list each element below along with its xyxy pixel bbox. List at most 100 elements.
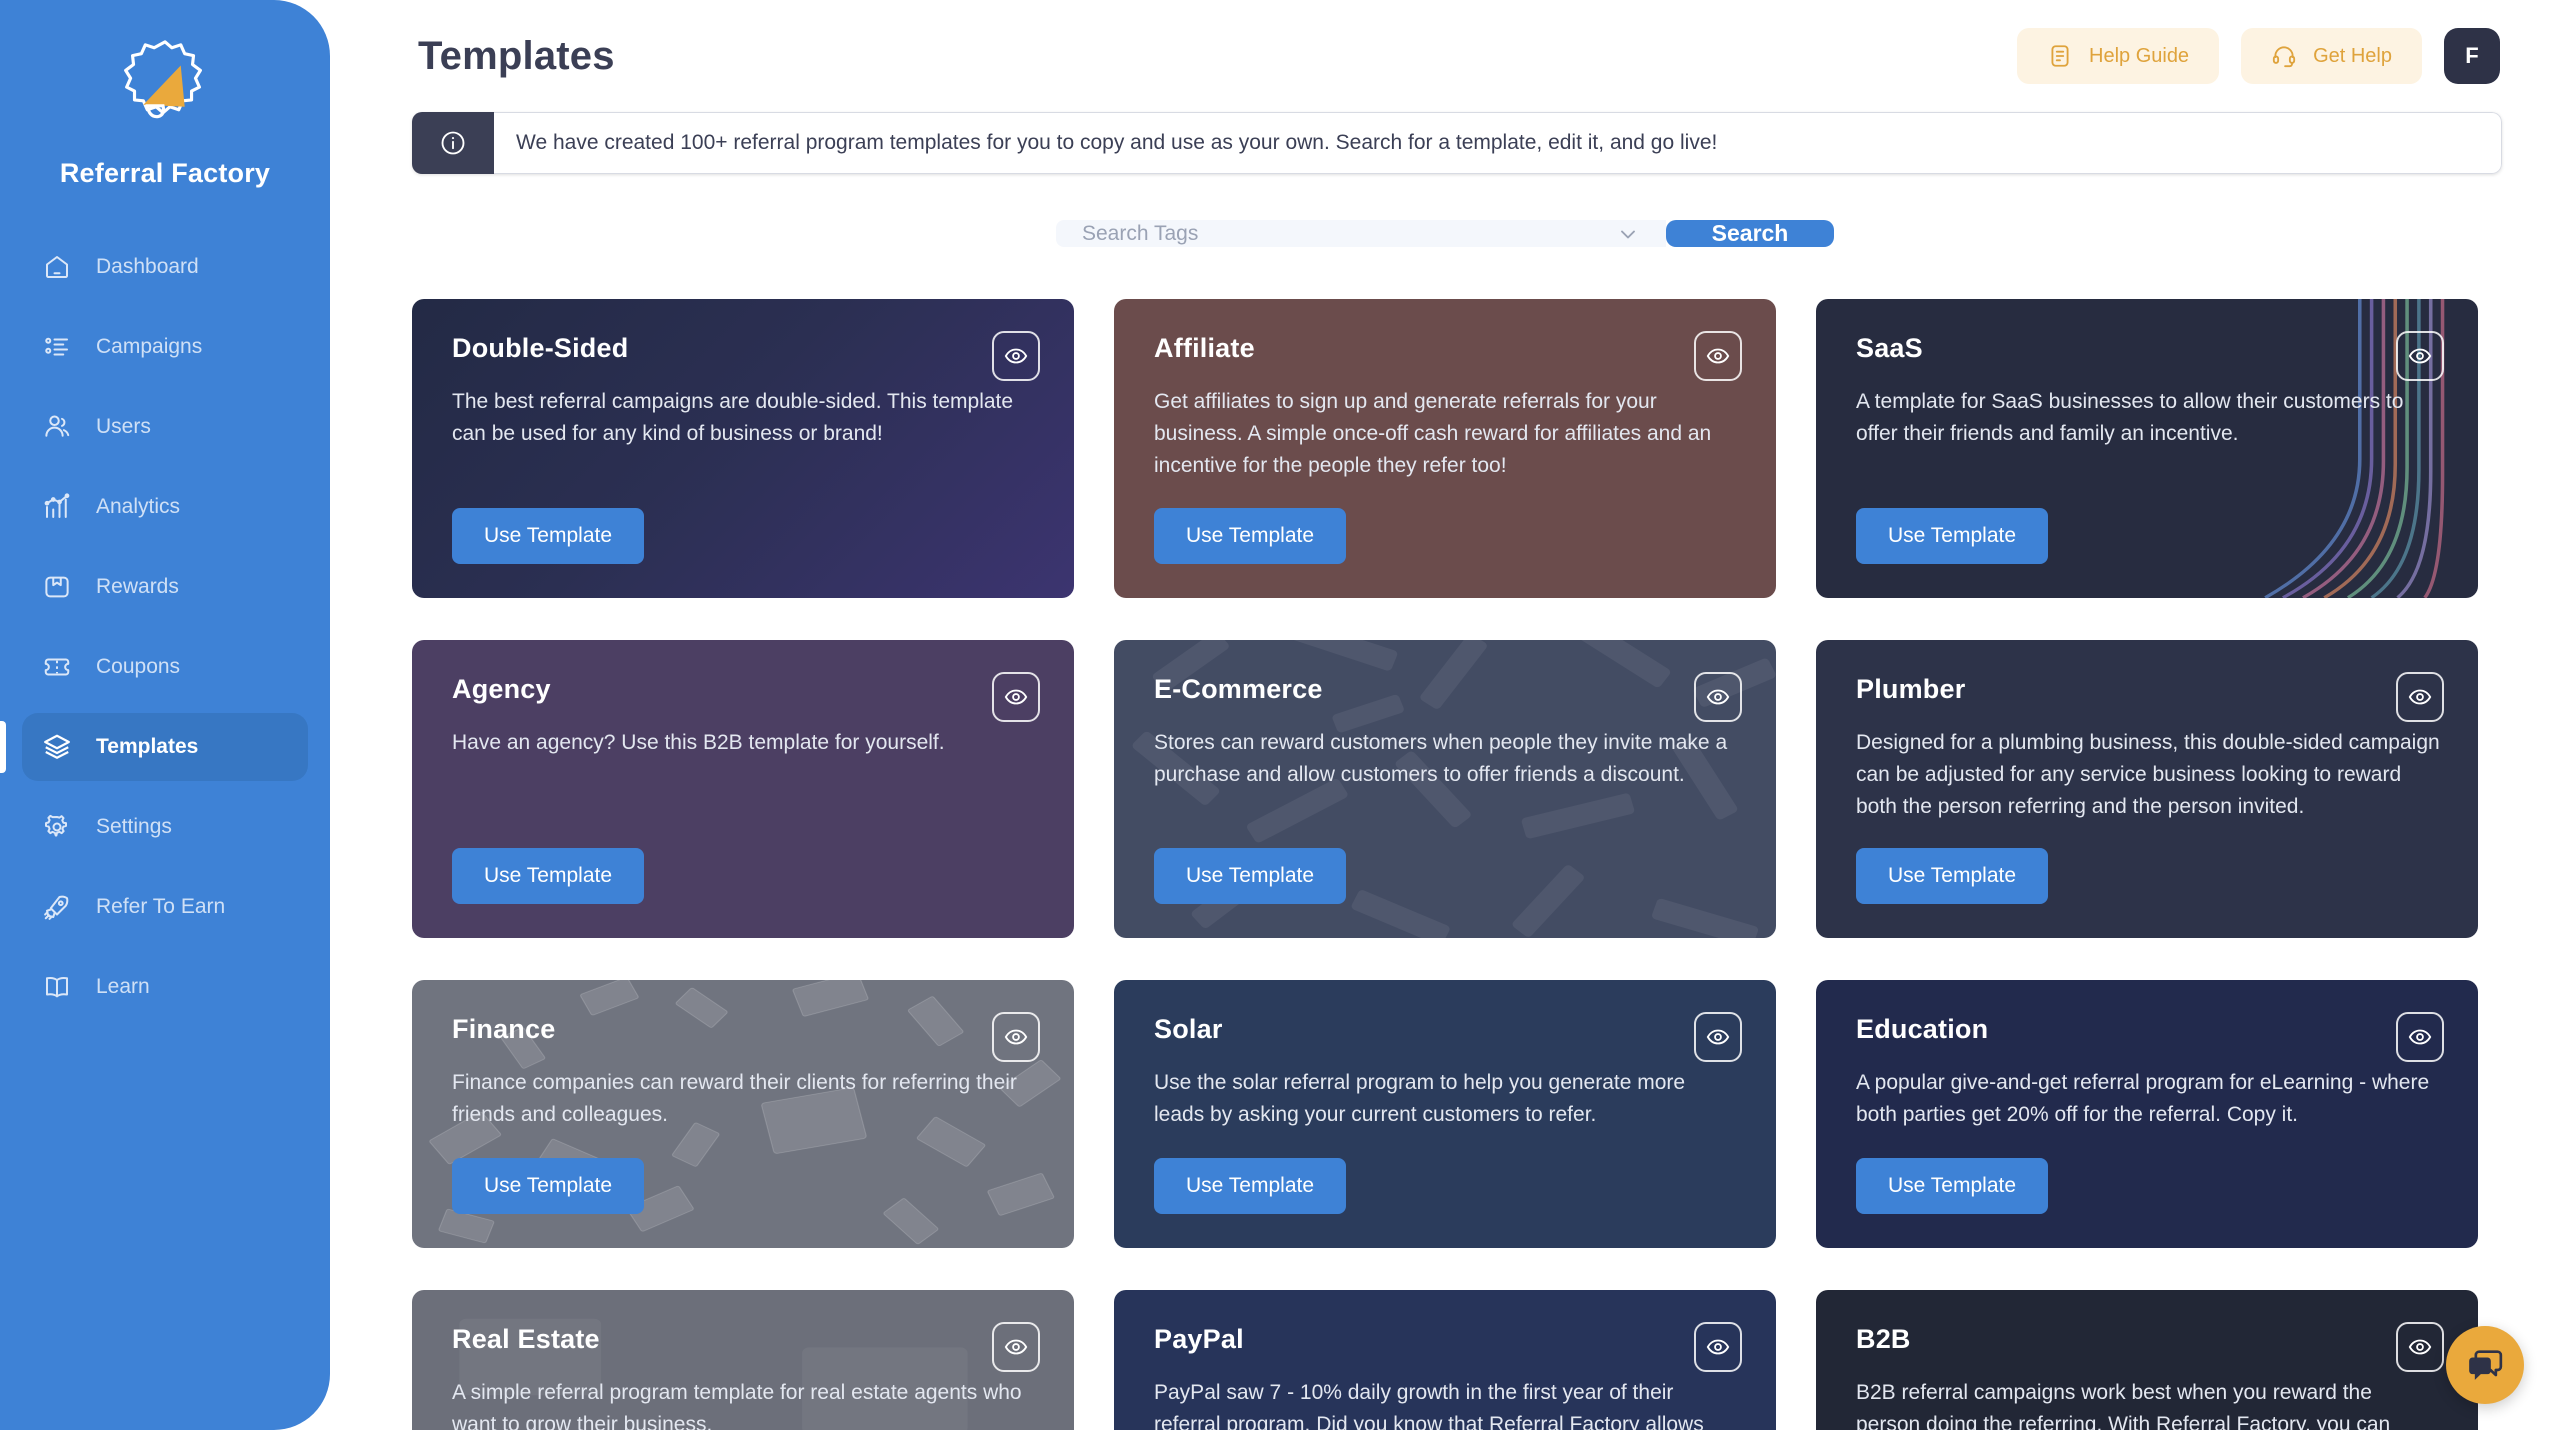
template-card[interactable]: B2B B2B referral campaigns work best whe… bbox=[1816, 1290, 2478, 1430]
preview-eye-button[interactable] bbox=[1694, 671, 1742, 722]
rocket-icon bbox=[38, 888, 76, 926]
users-icon bbox=[38, 408, 76, 446]
search-tags-select[interactable]: Search Tags bbox=[1056, 220, 1666, 247]
eye-icon bbox=[1004, 1030, 1028, 1045]
search-tags-placeholder: Search Tags bbox=[1082, 221, 1199, 245]
template-title: Education bbox=[1856, 1014, 1989, 1045]
sidebar-item-dashboard[interactable]: Dashboard bbox=[22, 233, 308, 301]
sidebar-item-templates[interactable]: Templates bbox=[0, 713, 308, 781]
use-template-button[interactable]: Use Template bbox=[1856, 507, 2049, 564]
use-template-button[interactable]: Use Template bbox=[1856, 848, 2049, 905]
sidebar-item-learn[interactable]: Learn bbox=[22, 953, 308, 1021]
app-root: Referral Factory Dashboard Campaigns Use… bbox=[0, 0, 2560, 1430]
book-icon bbox=[38, 968, 76, 1006]
template-description: Use the solar referral program to help y… bbox=[1154, 1071, 1686, 1127]
chat-widget-button[interactable] bbox=[2446, 1326, 2524, 1404]
preview-eye-button[interactable] bbox=[2396, 1322, 2444, 1373]
sidebar-item-label: Users bbox=[96, 415, 151, 438]
template-description: Get affiliates to sign up and generate r… bbox=[1154, 390, 1712, 477]
megaphone-badge-logo bbox=[124, 40, 202, 119]
template-description: Have an agency? Use this B2B template fo… bbox=[452, 730, 945, 754]
template-description: A popular give-and-get referral program … bbox=[1856, 1071, 2430, 1127]
preview-eye-button[interactable] bbox=[992, 671, 1040, 722]
topbar-actions: Help Guide Get Help F bbox=[2017, 28, 2500, 84]
headset-icon bbox=[2271, 43, 2297, 69]
use-template-button[interactable]: Use Template bbox=[1154, 507, 1347, 564]
preview-eye-button[interactable] bbox=[1694, 331, 1742, 381]
eye-icon bbox=[2408, 348, 2432, 364]
template-card[interactable]: E-Commerce Stores can reward customers w… bbox=[1114, 639, 1776, 939]
help-guide-button[interactable]: Help Guide bbox=[2017, 28, 2220, 84]
template-description: The best referral campaigns are double-s… bbox=[452, 390, 1014, 445]
chat-bubbles-icon bbox=[2469, 1350, 2503, 1380]
analytics-icon bbox=[38, 488, 76, 526]
layers-icon bbox=[38, 728, 76, 766]
use-template-button[interactable]: Use Template bbox=[452, 848, 645, 905]
template-card[interactable]: Agency Have an agency? Use this B2B temp… bbox=[412, 639, 1074, 939]
preview-eye-button[interactable] bbox=[1694, 1012, 1742, 1063]
template-title: Finance bbox=[452, 1014, 556, 1045]
sidebar-item-users[interactable]: Users bbox=[22, 393, 308, 461]
template-title: Agency bbox=[452, 673, 551, 704]
eye-icon bbox=[1706, 348, 1730, 364]
sidebar-item-label: Analytics bbox=[96, 495, 181, 518]
search-button[interactable]: Search bbox=[1666, 220, 1834, 247]
template-description: PayPal saw 7 - 10% daily growth in the f… bbox=[1154, 1381, 1704, 1430]
template-title: B2B bbox=[1856, 1324, 1911, 1355]
ticket-icon bbox=[38, 648, 76, 686]
preview-eye-button[interactable] bbox=[1694, 1322, 1742, 1373]
sidebar-item-campaigns[interactable]: Campaigns bbox=[22, 313, 308, 381]
template-card[interactable]: Solar Use the solar referral program to … bbox=[1114, 980, 1776, 1249]
sidebar-item-label: Coupons bbox=[96, 655, 181, 678]
template-card[interactable]: Education A popular give-and-get referra… bbox=[1816, 980, 2478, 1249]
template-title: Affiliate bbox=[1154, 333, 1255, 363]
brand[interactable]: Referral Factory bbox=[0, 0, 330, 189]
preview-eye-button[interactable] bbox=[2396, 1012, 2444, 1063]
sidebar-item-label: Learn bbox=[96, 975, 150, 998]
use-template-button[interactable]: Use Template bbox=[1154, 1158, 1347, 1215]
preview-eye-button[interactable] bbox=[2396, 671, 2444, 722]
template-description: Finance companies can reward their clien… bbox=[452, 1071, 1017, 1127]
template-card[interactable]: Real Estate A simple referral program te… bbox=[412, 1290, 1074, 1430]
use-template-button[interactable]: Use Template bbox=[1856, 1158, 2049, 1215]
preview-eye-button[interactable] bbox=[992, 331, 1040, 381]
get-help-button[interactable]: Get Help bbox=[2241, 28, 2422, 84]
template-card[interactable]: Finance Finance companies can reward the… bbox=[412, 980, 1074, 1249]
sidebar: Referral Factory Dashboard Campaigns Use… bbox=[0, 0, 330, 1430]
template-card[interactable]: PayPal PayPal saw 7 - 10% daily growth i… bbox=[1114, 1290, 1776, 1430]
preview-eye-button[interactable] bbox=[992, 1012, 1040, 1063]
help-guide-label: Help Guide bbox=[2089, 44, 2190, 67]
eye-icon bbox=[2408, 689, 2432, 705]
use-template-button[interactable]: Use Template bbox=[452, 1158, 645, 1215]
templates-grid: Double-Sided The best referral campaigns… bbox=[374, 299, 2516, 1430]
sidebar-item-label: Rewards bbox=[96, 575, 179, 598]
sidebar-item-analytics[interactable]: Analytics bbox=[22, 473, 308, 541]
eye-icon bbox=[1004, 348, 1028, 364]
template-title: PayPal bbox=[1154, 1324, 1244, 1355]
sidebar-item-label: Templates bbox=[96, 735, 199, 758]
page-title: Templates bbox=[418, 33, 615, 78]
gear-icon bbox=[38, 808, 76, 846]
template-description: B2B referral campaigns work best when yo… bbox=[1856, 1381, 2391, 1430]
template-description: Stores can reward customers when people … bbox=[1154, 730, 1728, 786]
sidebar-item-refer-to-earn[interactable]: Refer To Earn bbox=[22, 873, 308, 941]
use-template-button[interactable]: Use Template bbox=[452, 507, 645, 564]
sidebar-nav: Dashboard Campaigns Users Analytics Rewa… bbox=[0, 233, 330, 1021]
avatar[interactable]: F bbox=[2444, 28, 2500, 84]
sidebar-item-label: Campaigns bbox=[96, 335, 203, 358]
preview-eye-button[interactable] bbox=[2396, 331, 2444, 381]
topbar: Templates Help Guide Get Help F bbox=[374, 0, 2516, 112]
sidebar-item-label: Refer To Earn bbox=[96, 895, 226, 918]
template-card[interactable]: Plumber Designed for a plumbing business… bbox=[1816, 639, 2478, 939]
list-icon bbox=[38, 328, 76, 366]
preview-eye-button[interactable] bbox=[992, 1322, 1040, 1373]
template-card[interactable]: Affiliate Get affiliates to sign up and … bbox=[1114, 299, 1776, 598]
sidebar-item-rewards[interactable]: Rewards bbox=[22, 553, 308, 621]
sidebar-item-coupons[interactable]: Coupons bbox=[22, 633, 308, 701]
eye-icon bbox=[1706, 1340, 1730, 1355]
sidebar-item-settings[interactable]: Settings bbox=[22, 793, 308, 861]
document-icon bbox=[2047, 43, 2073, 69]
template-card[interactable]: Double-Sided The best referral campaigns… bbox=[412, 299, 1074, 598]
template-card[interactable]: SaaS A template for SaaS businesses to a… bbox=[1816, 299, 2478, 598]
use-template-button[interactable]: Use Template bbox=[1154, 848, 1347, 905]
